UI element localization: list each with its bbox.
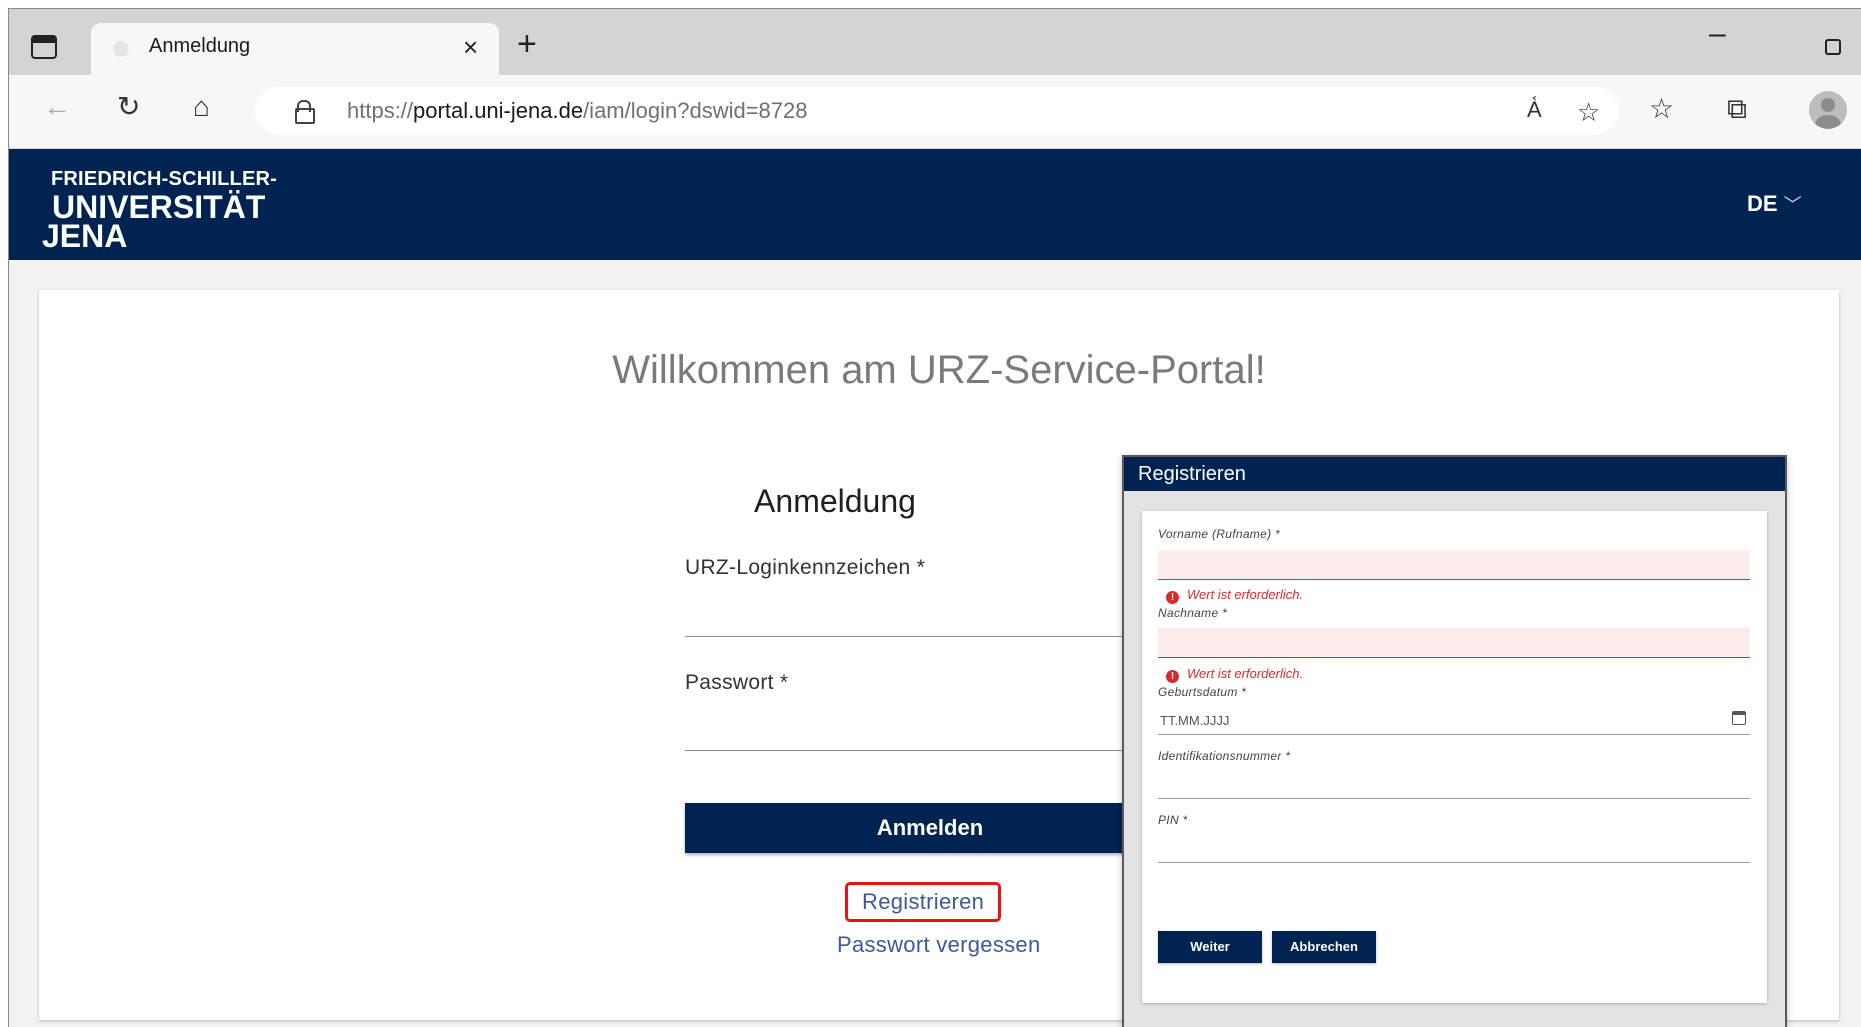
dialog-title: Registrieren: [1124, 457, 1785, 491]
username-label: URZ-Loginkennzeichen *: [685, 556, 926, 579]
forgot-password-link[interactable]: Passwort vergessen: [837, 932, 1041, 958]
register-dialog: Registrieren Vorname (Rufname) * ! Wert i…: [1122, 455, 1787, 1027]
collections-icon[interactable]: ⧉: [1727, 95, 1747, 123]
favorites-icon[interactable]: ☆: [1649, 95, 1674, 123]
lastname-input[interactable]: [1158, 628, 1750, 658]
maximize-icon[interactable]: [1825, 39, 1841, 55]
lock-icon[interactable]: [295, 100, 315, 124]
lastname-error: ! Wert ist erforderlich.: [1166, 666, 1303, 683]
browser-window: Anmeldung × + – ← ↻ ⌂ https://portal.uni…: [8, 8, 1861, 1027]
address-bar[interactable]: https://portal.uni-jena.de/iam/login?dsw…: [255, 87, 1619, 135]
favicon-icon: [113, 41, 129, 57]
login-button[interactable]: Anmelden: [685, 803, 1175, 853]
url-text[interactable]: https://portal.uni-jena.de/iam/login?dsw…: [347, 98, 808, 124]
error-icon: !: [1166, 670, 1179, 683]
navigation-bar: ← ↻ ⌂ https://portal.uni-jena.de/iam/log…: [9, 75, 1861, 149]
profile-avatar-icon[interactable]: [1809, 91, 1847, 129]
tab-strip: Anmeldung × + –: [9, 9, 1861, 75]
calendar-icon[interactable]: [1732, 711, 1746, 725]
firstname-error: ! Wert ist erforderlich.: [1166, 587, 1303, 604]
lastname-label: Nachname *: [1158, 606, 1228, 620]
next-button[interactable]: Weiter: [1158, 931, 1262, 963]
add-favorite-icon[interactable]: ☆: [1577, 97, 1600, 128]
close-tab-icon[interactable]: ×: [463, 32, 478, 63]
cancel-button[interactable]: Abbrechen: [1272, 931, 1376, 963]
birthdate-input[interactable]: TT.MM.JJJJ: [1158, 705, 1750, 735]
register-form: Vorname (Rufname) * ! Wert ist erforderli…: [1142, 511, 1767, 1003]
tab-actions-icon[interactable]: [31, 35, 57, 59]
back-icon[interactable]: ←: [43, 93, 71, 121]
firstname-input[interactable]: [1158, 550, 1750, 580]
birthdate-label: Geburtsdatum *: [1158, 685, 1247, 699]
pin-label: PIN *: [1158, 813, 1188, 827]
language-selector[interactable]: DE ﹀: [1747, 191, 1802, 217]
tab-title: Anmeldung: [149, 35, 251, 57]
register-link[interactable]: Registrieren: [845, 882, 1002, 922]
home-icon[interactable]: ⌂: [193, 93, 210, 121]
tab-anmeldung[interactable]: Anmeldung ×: [91, 23, 499, 75]
password-label: Passwort *: [685, 671, 789, 694]
reload-icon[interactable]: ↻: [117, 93, 140, 121]
error-icon: !: [1166, 591, 1179, 604]
site-header: FRIEDRICH-SCHILLER- UNIVERSITÄT JENA DE ﹀: [9, 149, 1861, 260]
new-tab-icon[interactable]: +: [517, 25, 537, 64]
read-aloud-icon[interactable]: A᷾: [1527, 97, 1542, 123]
minimize-icon[interactable]: –: [1709, 17, 1726, 51]
welcome-heading: Willkommen am URZ-Service-Portal!: [612, 348, 1266, 392]
chevron-down-icon: ﹀: [1783, 195, 1802, 215]
username-input[interactable]: [685, 636, 1175, 637]
birthdate-placeholder: TT.MM.JJJJ: [1160, 713, 1230, 728]
university-logo[interactable]: FRIEDRICH-SCHILLER- UNIVERSITÄT JENA: [42, 169, 277, 252]
pin-input[interactable]: [1158, 833, 1750, 863]
id-number-label: Identifikationsnummer *: [1158, 749, 1291, 763]
password-input[interactable]: [685, 750, 1175, 751]
firstname-label: Vorname (Rufname) *: [1158, 527, 1280, 541]
login-title: Anmeldung: [754, 483, 916, 519]
id-number-input[interactable]: [1158, 769, 1750, 799]
